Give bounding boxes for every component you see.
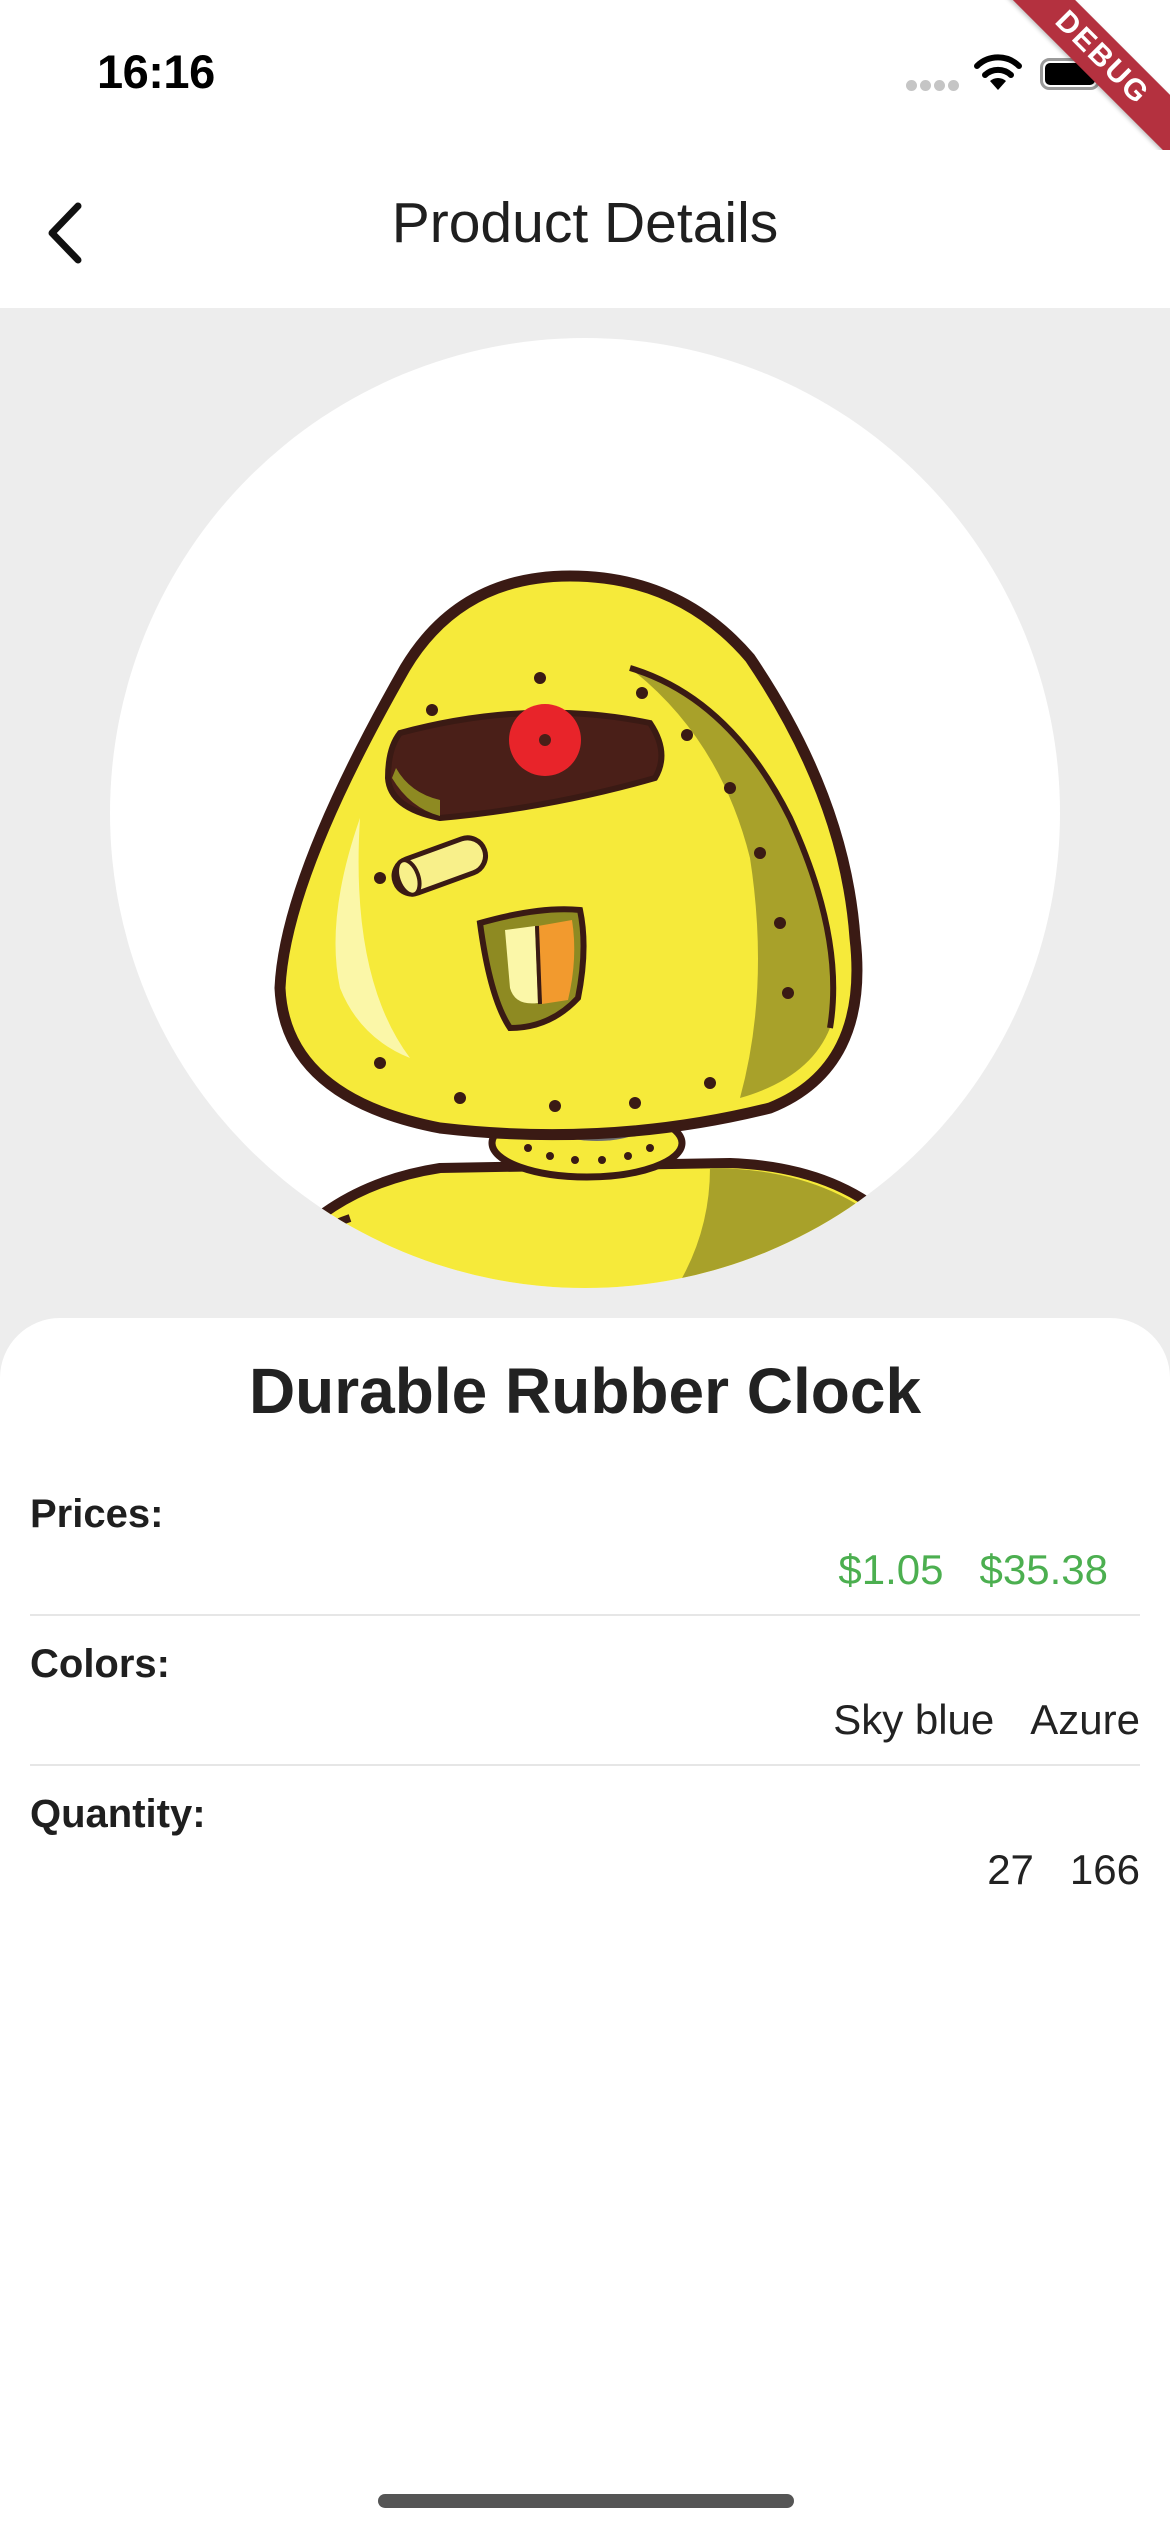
page-title: Product Details <box>391 191 779 255</box>
product-details-card: Durable Rubber Clock Prices: $1.05 $35.3… <box>0 1318 1170 2532</box>
quantity-value: 166 <box>1069 1846 1140 1893</box>
prices-row: Prices: $1.05 $35.38 <box>30 1464 1140 1616</box>
cellular-signal-icon <box>906 80 960 92</box>
status-time: 16:16 <box>97 45 215 98</box>
color-value: Azure <box>1030 1696 1140 1743</box>
wifi-icon <box>974 54 1022 90</box>
prices-values: $1.05 $35.38 <box>838 1546 1108 1594</box>
app-bar: Product Details <box>0 150 1170 308</box>
colors-label: Colors: <box>30 1642 170 1686</box>
price-value: $35.38 <box>979 1546 1108 1593</box>
home-indicator[interactable] <box>378 2494 794 2508</box>
colors-values: Sky blue Azure <box>833 1696 1140 1744</box>
quantity-row: Quantity: 27 166 <box>30 1764 1140 1914</box>
status-bar: 16:16 DEBUG <box>0 0 1170 166</box>
quantity-values: 27 166 <box>987 1846 1140 1894</box>
color-value: Sky blue <box>833 1696 995 1743</box>
product-name: Durable Rubber Clock <box>248 1355 922 1427</box>
quantity-label: Quantity: <box>30 1792 206 1836</box>
quantity-value: 27 <box>987 1846 1034 1893</box>
price-value: $1.05 <box>838 1546 944 1593</box>
robot-avatar-image <box>250 570 942 1288</box>
product-image <box>110 338 1060 1288</box>
prices-label: Prices: <box>30 1492 164 1536</box>
colors-row: Colors: Sky blue Azure <box>30 1614 1140 1766</box>
product-image-area <box>0 308 1170 1320</box>
